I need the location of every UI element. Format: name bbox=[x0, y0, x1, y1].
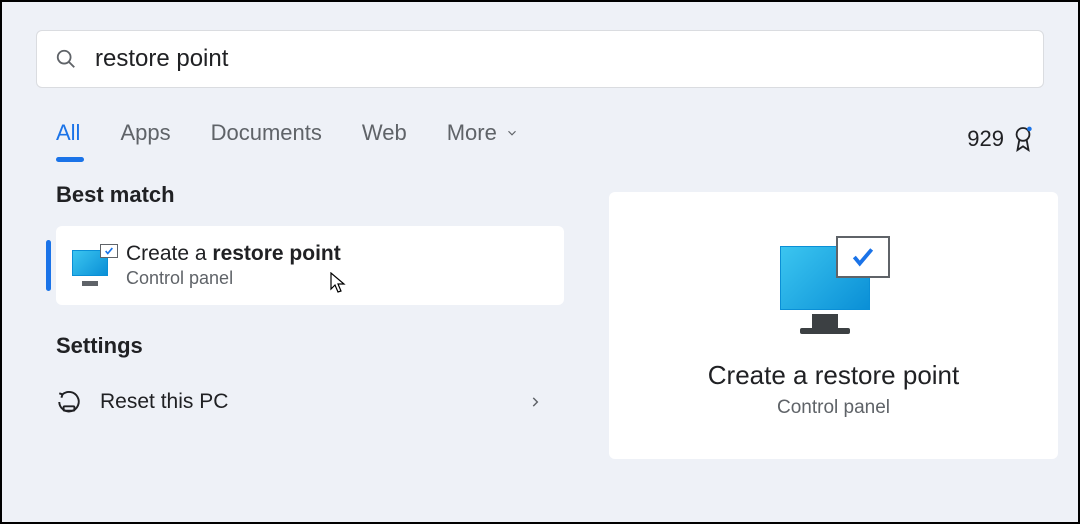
chevron-right-icon bbox=[528, 395, 542, 409]
preview-column: Create a restore point Control panel bbox=[572, 182, 1078, 459]
result-title-bold: restore point bbox=[212, 242, 340, 265]
reset-icon bbox=[56, 389, 82, 415]
chevron-down-icon bbox=[505, 126, 519, 140]
tab-more-label: More bbox=[447, 120, 497, 146]
result-subtitle: Control panel bbox=[126, 268, 341, 289]
medal-icon bbox=[1012, 126, 1034, 152]
tab-more[interactable]: More bbox=[447, 120, 519, 158]
preview-title: Create a restore point bbox=[708, 360, 959, 391]
result-create-restore-point[interactable]: Create a restore point Control panel bbox=[56, 226, 564, 305]
tab-all[interactable]: All bbox=[56, 120, 80, 158]
result-text: Create a restore point Control panel bbox=[126, 242, 341, 289]
tabs-row: All Apps Documents Web More 929 bbox=[56, 120, 1034, 158]
result-title: Create a restore point bbox=[126, 242, 341, 266]
monitor-icon-large bbox=[780, 238, 888, 334]
search-bar[interactable] bbox=[36, 30, 1044, 88]
search-input[interactable] bbox=[95, 45, 1025, 73]
search-icon bbox=[55, 48, 77, 70]
settings-header: Settings bbox=[56, 333, 572, 359]
settings-item-label: Reset this PC bbox=[100, 390, 228, 414]
result-title-prefix: Create a bbox=[126, 242, 212, 265]
rewards-badge[interactable]: 929 bbox=[967, 126, 1034, 152]
settings-item-reset-pc[interactable]: Reset this PC bbox=[56, 383, 542, 421]
monitor-icon bbox=[72, 250, 112, 282]
results-column: Best match Create a restore point Contro… bbox=[2, 182, 572, 459]
preview-subtitle: Control panel bbox=[777, 397, 890, 419]
rewards-points: 929 bbox=[967, 126, 1004, 152]
tab-web[interactable]: Web bbox=[362, 120, 407, 158]
tab-apps[interactable]: Apps bbox=[120, 120, 170, 158]
tab-documents[interactable]: Documents bbox=[211, 120, 322, 158]
preview-panel: Create a restore point Control panel bbox=[609, 192, 1058, 459]
content-area: Best match Create a restore point Contro… bbox=[2, 182, 1078, 459]
best-match-header: Best match bbox=[56, 182, 572, 208]
